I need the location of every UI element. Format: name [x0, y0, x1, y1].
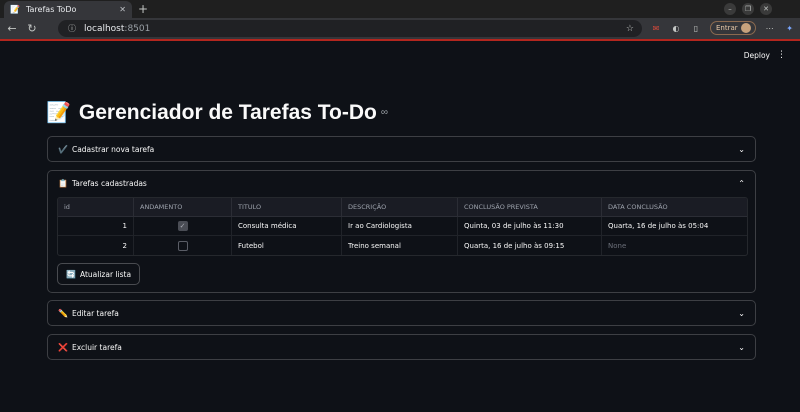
back-arrow-icon[interactable]: ←	[4, 22, 20, 35]
tab-favicon-icon: 📝	[10, 5, 20, 14]
cell-titulo[interactable]: Consulta médica	[232, 217, 342, 235]
browser-toolbar: ← ↻ ⓘ localhost :8501 ☆ ✉ ◐ ▯ Entrar ⋯ ✦	[0, 18, 800, 39]
site-info-icon[interactable]: ⓘ	[68, 23, 76, 34]
cell-data-conclusao[interactable]: None	[602, 236, 747, 255]
anchor-link-icon[interactable]: ∞	[381, 107, 388, 118]
column-header-titulo[interactable]: TITULO	[232, 198, 342, 216]
table-header-row: id ANDAMENTO TITULO DESCRIÇÃO CONCLUSÃO …	[58, 198, 747, 217]
cell-conclusao-prevista[interactable]: Quinta, 03 de julho às 11:30	[458, 217, 602, 235]
sign-in-button[interactable]: Entrar	[710, 21, 756, 35]
refresh-list-button[interactable]: 🔄 Atualizar lista	[57, 263, 141, 285]
chevron-down-icon: ⌄	[738, 342, 745, 352]
mail-extension-icon[interactable]: ✉	[650, 22, 662, 34]
table-row: 2 Futebol Treino semanal Quarta, 16 de j…	[58, 236, 747, 255]
memo-icon: 📝	[46, 102, 71, 124]
cell-titulo[interactable]: Futebol	[232, 236, 342, 255]
check-icon: ✔️	[58, 144, 68, 154]
cell-descricao[interactable]: Ir ao Cardiologista	[342, 217, 458, 235]
column-header-data-conclusao[interactable]: DATA CONCLUSÃO	[602, 198, 747, 216]
side-panel-icon[interactable]: ▯	[690, 22, 702, 34]
tab-title: Tarefas ToDo	[25, 5, 77, 14]
new-tab-button[interactable]: +	[138, 2, 148, 16]
cell-conclusao-prevista[interactable]: Quarta, 16 de julho às 09:15	[458, 236, 602, 255]
tasks-dataframe[interactable]: id ANDAMENTO TITULO DESCRIÇÃO CONCLUSÃO …	[57, 197, 748, 256]
expander-excluir-label: Excluir tarefa	[71, 342, 122, 352]
window-close-button[interactable]: ✕	[760, 3, 772, 15]
expander-editar: ✏️ Editar tarefa ⌄	[47, 300, 756, 326]
expander-tarefas: 📋 Tarefas cadastradas ⌃ id ANDAMENTO TIT…	[47, 170, 756, 293]
expander-excluir-header[interactable]: ❌ Excluir tarefa ⌄	[48, 335, 755, 359]
deploy-button[interactable]: Deploy	[744, 51, 770, 60]
browser-tab[interactable]: 📝 Tarefas ToDo ✕	[4, 1, 132, 18]
chevron-up-icon: ⌃	[738, 178, 745, 188]
pencil-icon: ✏️	[58, 308, 68, 318]
page-title-text: Gerenciador de Tarefas To-Do	[78, 100, 377, 124]
reload-icon[interactable]: ↻	[24, 22, 40, 35]
url-host: localhost	[84, 23, 125, 34]
address-bar[interactable]: ⓘ localhost :8501 ☆	[58, 20, 642, 37]
bookmark-star-icon[interactable]: ☆	[626, 24, 634, 34]
column-header-id[interactable]: id	[58, 198, 134, 216]
expander-editar-label: Editar tarefa	[71, 308, 119, 318]
browser-tabstrip: 📝 Tarefas ToDo ✕ + – ❐ ✕	[0, 0, 800, 18]
window-minimize-button[interactable]: –	[724, 3, 736, 15]
refresh-icon: 🔄	[66, 269, 76, 279]
checkbox-unchecked[interactable]	[177, 240, 188, 251]
streamlit-app: Deploy ⋮ 📝 Gerenciador de Tarefas To-Do …	[4, 41, 796, 412]
extension-icon[interactable]: ◐	[670, 22, 682, 34]
expander-excluir: ❌ Excluir tarefa ⌄	[47, 334, 756, 360]
cell-descricao[interactable]: Treino semanal	[342, 236, 458, 255]
expander-cadastrar: ✔️ Cadastrar nova tarefa ⌄	[47, 136, 756, 162]
cell-data-conclusao[interactable]: Quarta, 16 de julho às 05:04	[602, 217, 747, 235]
cross-mark-icon: ❌	[58, 342, 68, 352]
window-controls: – ❐ ✕	[724, 3, 772, 15]
menu-dots-icon[interactable]: ⋯	[764, 22, 776, 34]
refresh-list-label: Atualizar lista	[79, 269, 132, 279]
tab-close-icon[interactable]: ✕	[119, 5, 126, 14]
window-restore-button[interactable]: ❐	[742, 3, 754, 15]
expander-cadastrar-header[interactable]: ✔️ Cadastrar nova tarefa ⌄	[48, 137, 755, 161]
column-header-conclusao-prevista[interactable]: CONCLUSÃO PREVISTA	[458, 198, 602, 216]
sign-in-label: Entrar	[716, 24, 738, 32]
checkbox-checked[interactable]: ✓	[177, 221, 188, 231]
column-header-andamento[interactable]: ANDAMENTO	[134, 198, 232, 216]
cell-andamento[interactable]: ✓	[134, 217, 232, 235]
expander-editar-header[interactable]: ✏️ Editar tarefa ⌄	[48, 301, 755, 325]
expander-tarefas-header[interactable]: 📋 Tarefas cadastradas ⌃	[48, 171, 755, 195]
cell-andamento[interactable]	[134, 236, 232, 255]
table-row: 1 ✓ Consulta médica Ir ao Cardiologista …	[58, 217, 747, 236]
clipboard-icon: 📋	[58, 178, 68, 188]
url-port: :8501	[124, 23, 151, 34]
main-menu-icon[interactable]: ⋮	[777, 50, 786, 60]
expander-cadastrar-label: Cadastrar nova tarefa	[71, 144, 155, 154]
cell-id[interactable]: 2	[58, 236, 134, 255]
profile-avatar	[740, 23, 751, 33]
copilot-icon[interactable]: ✦	[784, 22, 796, 34]
chevron-down-icon: ⌄	[738, 144, 745, 154]
chevron-down-icon: ⌄	[738, 308, 745, 318]
column-header-descricao[interactable]: DESCRIÇÃO	[342, 198, 458, 216]
extensions-area: ✉ ◐ ▯ Entrar ⋯ ✦	[650, 21, 796, 35]
expander-tarefas-label: Tarefas cadastradas	[71, 178, 147, 188]
page-title: 📝 Gerenciador de Tarefas To-Do ∞	[46, 100, 388, 125]
cell-id[interactable]: 1	[58, 217, 134, 235]
